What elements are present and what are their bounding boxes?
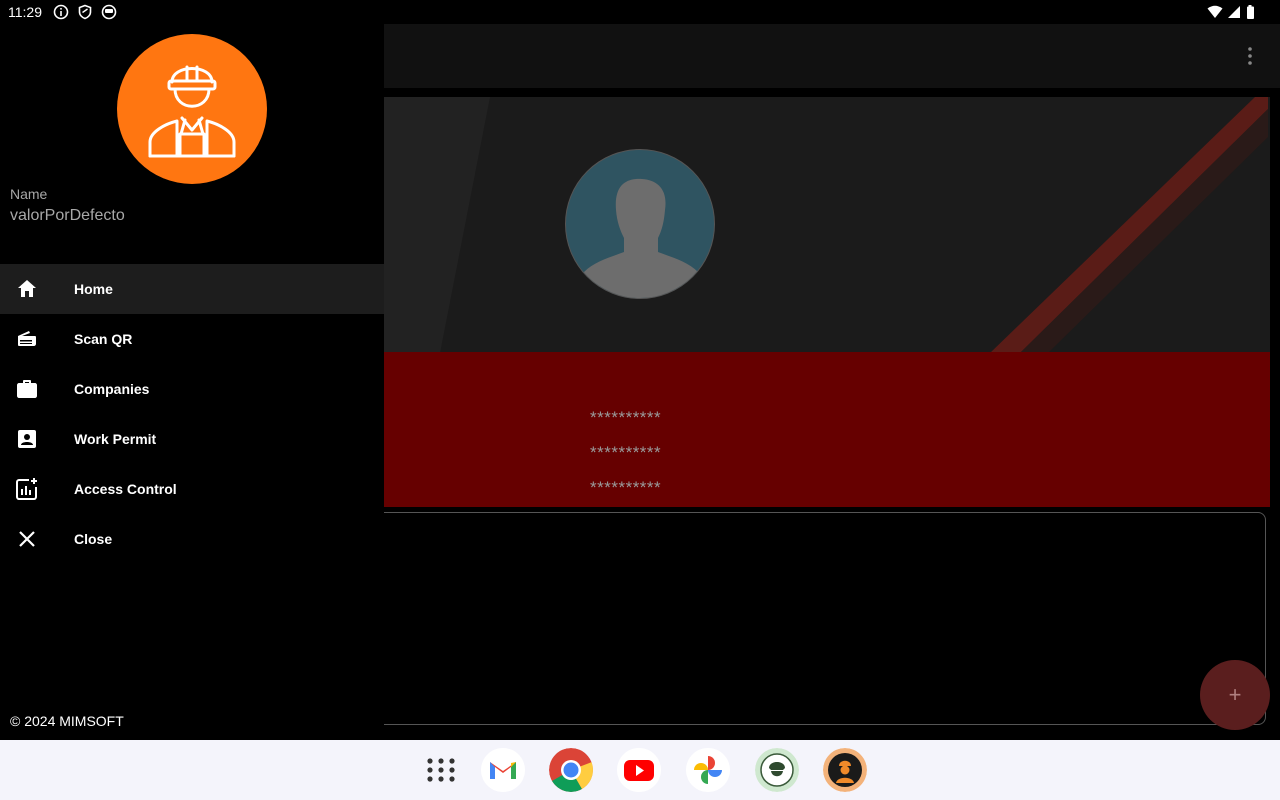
briefcase-icon [17, 380, 37, 398]
app-drawer-icon[interactable] [419, 748, 463, 792]
photos-icon[interactable] [686, 748, 730, 792]
badge-icon [18, 430, 36, 448]
access-control-icon [16, 478, 37, 500]
menu-item-label: Companies [74, 381, 150, 397]
worker-icon [148, 65, 236, 158]
close-icon [19, 531, 35, 547]
signal-icon [1228, 6, 1240, 18]
menu-item-scan-qr[interactable]: Scan QR [0, 314, 384, 364]
status-time: 11:29 [8, 4, 42, 20]
menu-item-close[interactable]: Close [0, 514, 384, 564]
worker-app-icon[interactable] [823, 748, 867, 792]
status-bar: 11:29 [0, 0, 1280, 24]
info-icon [53, 4, 69, 20]
battery-icon [1247, 5, 1254, 19]
more-vert-icon[interactable] [1240, 46, 1260, 66]
wifi-icon [1207, 5, 1223, 18]
masked-field-1: ********** [590, 408, 662, 427]
add-button[interactable]: + [1200, 660, 1270, 730]
menu-item-label: Close [74, 531, 113, 547]
security-app-icon[interactable] [755, 748, 799, 792]
menu-item-label: Home [74, 281, 113, 297]
name-value: valorPorDefecto [10, 207, 125, 224]
drawer-menu: Home Scan QR Companies Work Permit Acces… [0, 264, 384, 564]
menu-item-home[interactable]: Home [0, 264, 384, 314]
home-icon [18, 280, 36, 297]
menu-item-label: Work Permit [74, 431, 157, 447]
menu-item-label: Access Control [74, 481, 177, 497]
menu-item-access-control[interactable]: Access Control [0, 464, 384, 514]
youtube-icon[interactable] [617, 748, 661, 792]
navigation-drawer: Name valorPorDefecto Home Scan QR Compan… [0, 24, 384, 740]
masked-field-3: ********** [590, 478, 662, 497]
chrome-icon[interactable] [549, 748, 593, 792]
person-silhouette-icon [584, 178, 698, 298]
gmail-icon[interactable] [481, 748, 525, 792]
name-label: Name [10, 186, 48, 202]
drawer-avatar [117, 34, 267, 184]
vpn-icon [101, 4, 117, 20]
taskbar [0, 740, 1280, 800]
menu-item-label: Scan QR [74, 331, 133, 347]
profile-avatar[interactable] [565, 149, 715, 299]
menu-item-companies[interactable]: Companies [0, 364, 384, 414]
copyright-text: © 2024 MIMSOFT [10, 713, 124, 729]
menu-item-work-permit[interactable]: Work Permit [0, 414, 384, 464]
scan-qr-icon [18, 331, 36, 346]
masked-field-2: ********** [590, 443, 662, 462]
shield-icon [78, 4, 92, 20]
